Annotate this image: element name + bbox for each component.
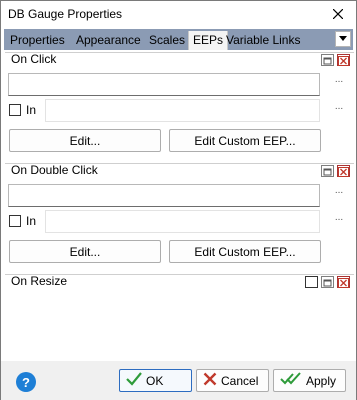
on-resize-title: On Resize bbox=[11, 274, 68, 288]
title-bar: DB Gauge Properties bbox=[1, 1, 356, 28]
double-checkmark-icon bbox=[280, 372, 302, 389]
close-section-icon[interactable] bbox=[337, 165, 350, 177]
close-icon bbox=[333, 9, 343, 19]
on-click-browse-button[interactable]: ... bbox=[332, 75, 346, 85]
on-double-click-header: On Double Click bbox=[5, 163, 354, 177]
tab-variable-links[interactable]: Variable Links bbox=[222, 31, 304, 50]
chevron-down-icon bbox=[339, 36, 347, 41]
close-section-icon[interactable] bbox=[337, 54, 350, 66]
restore-icon[interactable] bbox=[321, 54, 334, 66]
help-button[interactable]: ? bbox=[16, 372, 36, 392]
dialog-window: DB Gauge Properties Properties Appearanc… bbox=[0, 0, 357, 400]
on-double-click-eep-input[interactable] bbox=[8, 184, 320, 207]
on-resize-header: On Resize bbox=[5, 274, 354, 288]
window-title: DB Gauge Properties bbox=[8, 7, 123, 21]
tab-scales[interactable]: Scales bbox=[145, 31, 189, 50]
red-x-icon bbox=[203, 372, 217, 389]
on-double-click-title: On Double Click bbox=[11, 163, 98, 177]
close-section-icon[interactable] bbox=[337, 276, 350, 288]
tab-bar: Properties Appearance Scales EEPs Variab… bbox=[4, 29, 353, 50]
on-click-header: On Click bbox=[5, 52, 354, 66]
on-double-click-in-label: In bbox=[26, 214, 37, 228]
on-double-click-in-checkbox[interactable] bbox=[9, 215, 21, 227]
tab-list-dropdown[interactable] bbox=[335, 31, 351, 47]
help-icon: ? bbox=[22, 374, 30, 390]
on-click-eep-input[interactable] bbox=[8, 73, 320, 96]
tab-appearance[interactable]: Appearance bbox=[72, 31, 145, 50]
restore-icon[interactable] bbox=[321, 276, 334, 288]
expand-checkbox-icon[interactable] bbox=[305, 276, 318, 288]
ok-label: OK bbox=[146, 373, 164, 388]
on-click-in-label: In bbox=[26, 103, 37, 117]
cancel-button[interactable]: Cancel bbox=[196, 369, 269, 392]
on-double-click-edit-button[interactable]: Edit... bbox=[9, 240, 161, 263]
cancel-label: Cancel bbox=[221, 373, 259, 388]
on-double-click-in-browse-button[interactable]: ... bbox=[332, 213, 346, 223]
dialog-footer: ? OK Cancel Apply bbox=[1, 361, 356, 400]
on-click-edit-custom-button[interactable]: Edit Custom EEP... bbox=[169, 129, 321, 152]
on-click-edit-button[interactable]: Edit... bbox=[9, 129, 161, 152]
on-double-click-edit-custom-button[interactable]: Edit Custom EEP... bbox=[169, 240, 321, 263]
on-click-in-field[interactable] bbox=[45, 99, 320, 122]
on-double-click-browse-button[interactable]: ... bbox=[332, 186, 346, 196]
apply-button[interactable]: Apply bbox=[273, 369, 346, 392]
on-double-click-in-field[interactable] bbox=[45, 210, 320, 233]
on-click-title: On Click bbox=[11, 52, 57, 66]
restore-icon[interactable] bbox=[321, 165, 334, 177]
on-click-in-browse-button[interactable]: ... bbox=[332, 102, 346, 112]
checkmark-icon bbox=[126, 372, 142, 389]
apply-label: Apply bbox=[306, 373, 337, 388]
tab-properties[interactable]: Properties bbox=[6, 31, 69, 50]
close-button[interactable] bbox=[328, 4, 348, 24]
ok-button[interactable]: OK bbox=[119, 369, 192, 392]
on-click-in-checkbox[interactable] bbox=[9, 104, 21, 116]
